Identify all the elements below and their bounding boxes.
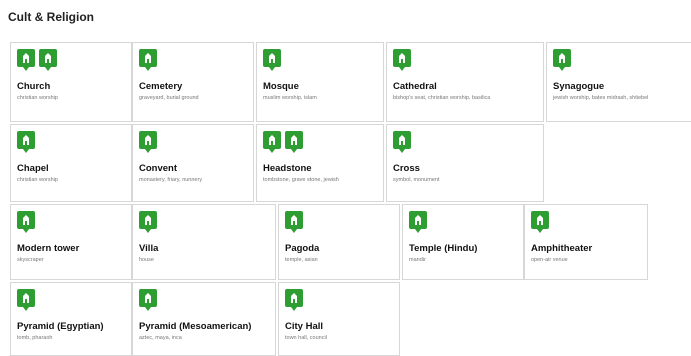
item-name: Pyramid (Mesoamerican)	[139, 321, 252, 332]
church-alt-icon[interactable]	[39, 49, 57, 71]
icon-card-convent[interactable]: Convent monastery, friary, nunnery	[132, 124, 254, 202]
item-name: Chapel	[17, 163, 49, 174]
item-name: Pagoda	[285, 243, 320, 254]
icon-set	[409, 211, 427, 233]
icon-set	[17, 211, 35, 233]
icon-card-cathedral[interactable]: Cathedral bishop's seat, christian worshi…	[386, 42, 544, 122]
mosque-icon[interactable]	[263, 49, 281, 71]
amphitheater-icon[interactable]	[531, 211, 549, 233]
item-name: Pyramid (Egyptian)	[17, 321, 104, 332]
mesoamerican-pyramid-icon[interactable]	[139, 289, 157, 311]
item-description: bishop's seat, christian worship, basili…	[393, 95, 491, 101]
item-description: monastery, friary, nunnery	[139, 177, 203, 183]
item-name: Synagogue	[553, 81, 605, 92]
church-icon[interactable]	[17, 49, 35, 71]
hindu-temple-icon[interactable]	[409, 211, 427, 233]
icon-set	[393, 131, 411, 153]
chapel-icon[interactable]	[17, 131, 35, 153]
item-name: Headstone	[263, 163, 312, 174]
icon-set	[139, 131, 157, 153]
icon-card-synagogue[interactable]: Synagogue jewish worship, bates midrash, …	[546, 42, 691, 122]
icon-card-headstone[interactable]: Headstone tombstone, grave stone, jewish	[256, 124, 384, 202]
item-name: Convent	[139, 163, 177, 174]
cathedral-icon[interactable]	[393, 49, 411, 71]
item-description: temple, asian	[285, 257, 318, 263]
item-description: town hall, council	[285, 335, 327, 341]
icon-card-church[interactable]: Church christian worship	[10, 42, 132, 122]
icon-set	[17, 49, 57, 71]
villa-icon[interactable]	[139, 211, 157, 233]
item-description: christian worship	[17, 95, 58, 101]
icon-set	[393, 49, 411, 71]
item-name: Villa	[139, 243, 159, 254]
icon-set	[139, 289, 157, 311]
icon-set	[263, 49, 281, 71]
icon-card-chapel[interactable]: Chapel christian worship	[10, 124, 132, 202]
icon-card-cemetery[interactable]: Cemetery graveyard, burial ground	[132, 42, 254, 122]
icon-card-pyramid-egyptian[interactable]: Pyramid (Egyptian) tomb, pharaoh	[10, 282, 132, 356]
item-description: symbol, monument	[393, 177, 440, 183]
icon-set	[17, 131, 35, 153]
icon-card-mosque[interactable]: Mosque muslim worship, islam	[256, 42, 384, 122]
item-description: house	[139, 257, 154, 263]
icon-card-villa[interactable]: Villa house	[132, 204, 276, 280]
convent-icon[interactable]	[139, 131, 157, 153]
icon-card-amphitheater[interactable]: Amphitheater open-air venue	[524, 204, 648, 280]
item-name: Mosque	[263, 81, 299, 92]
item-name: City Hall	[285, 321, 324, 332]
item-description: tombstone, grave stone, jewish	[263, 177, 339, 183]
icon-card-cross[interactable]: Cross symbol, monument	[386, 124, 544, 202]
icon-card-city-hall[interactable]: City Hall town hall, council	[278, 282, 400, 356]
item-description: open-air venue	[531, 257, 568, 263]
item-description: christian worship	[17, 177, 58, 183]
egyptian-pyramid-icon[interactable]	[17, 289, 35, 311]
item-description: aztec, maya, inca	[139, 335, 182, 341]
cross-icon[interactable]	[393, 131, 411, 153]
icon-card-modern-tower[interactable]: Modern tower skyscraper	[10, 204, 132, 280]
item-name: Modern tower	[17, 243, 80, 254]
item-name: Church	[17, 81, 51, 92]
item-name: Cross	[393, 163, 420, 174]
modern-tower-icon[interactable]	[17, 211, 35, 233]
item-description: mandir	[409, 257, 426, 263]
icon-set	[531, 211, 549, 233]
item-name: Temple (Hindu)	[409, 243, 478, 254]
icon-card-pyramid-mesoamerican[interactable]: Pyramid (Mesoamerican) aztec, maya, inca	[132, 282, 276, 356]
icon-set	[139, 211, 157, 233]
pagoda-icon[interactable]	[285, 211, 303, 233]
item-name: Amphitheater	[531, 243, 593, 254]
headstone-jewish-icon[interactable]	[285, 131, 303, 153]
item-description: jewish worship, bates midrash, shtiebel	[553, 95, 649, 101]
city-hall-icon[interactable]	[285, 289, 303, 311]
item-description: graveyard, burial ground	[139, 95, 199, 101]
item-description: tomb, pharaoh	[17, 335, 53, 341]
cemetery-icon[interactable]	[139, 49, 157, 71]
icon-set	[285, 289, 303, 311]
headstone-icon[interactable]	[263, 131, 281, 153]
item-description: skyscraper	[17, 257, 44, 263]
icon-set	[285, 211, 303, 233]
item-description: muslim worship, islam	[263, 95, 317, 101]
icon-set	[17, 289, 35, 311]
item-name: Cathedral	[393, 81, 437, 92]
item-name: Cemetery	[139, 81, 183, 92]
icon-set	[553, 49, 571, 71]
section-title: Cult & Religion	[8, 10, 94, 24]
icon-set	[263, 131, 303, 153]
icon-card-pagoda[interactable]: Pagoda temple, asian	[278, 204, 400, 280]
synagogue-icon[interactable]	[553, 49, 571, 71]
icon-card-temple-hindu[interactable]: Temple (Hindu) mandir	[402, 204, 524, 280]
icon-set	[139, 49, 157, 71]
